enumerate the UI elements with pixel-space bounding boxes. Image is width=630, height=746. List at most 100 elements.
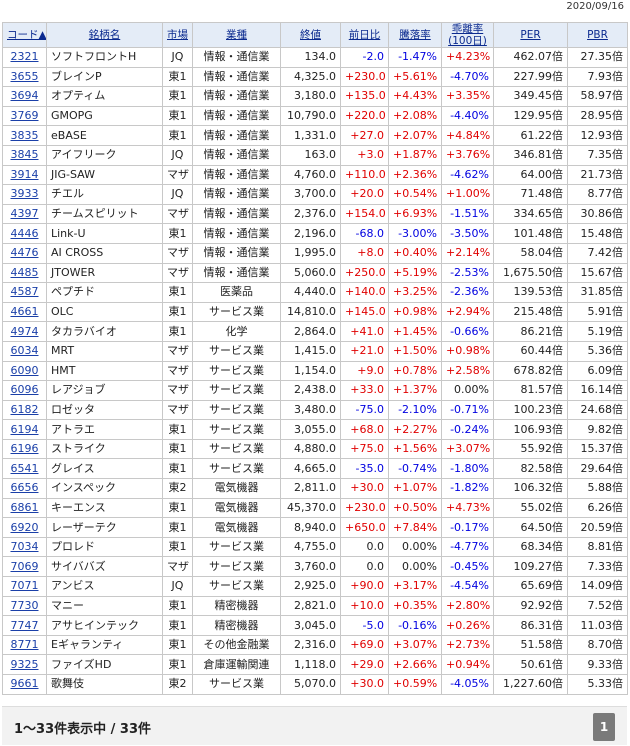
stock-code-link-cell[interactable]: 8771 <box>2 634 47 656</box>
stock-code-link-cell[interactable]: 6541 <box>2 458 47 480</box>
change-cell: +230.0 <box>340 66 389 88</box>
stock-code-link[interactable]: 3655 <box>11 70 39 83</box>
stock-code-link-cell[interactable]: 3845 <box>2 144 47 166</box>
sector-header-label[interactable]: 業種 <box>226 29 247 41</box>
stock-code-link-cell[interactable]: 3769 <box>2 105 47 127</box>
stock-code-link-cell[interactable]: 4587 <box>2 282 47 303</box>
stock-code-link[interactable]: 3933 <box>11 187 39 200</box>
stock-code-link-cell[interactable]: 9325 <box>2 654 47 675</box>
stock-code-link[interactable]: 6920 <box>11 521 39 534</box>
stock-code-link-cell[interactable]: 4476 <box>2 242 47 264</box>
stock-code-link-cell[interactable]: 2321 <box>2 47 47 68</box>
stock-code-link[interactable]: 6182 <box>11 403 39 416</box>
price-cell: 2,196.0 <box>280 223 341 244</box>
stock-name: タカラバイオ <box>46 321 163 342</box>
code-header-label[interactable]: コード▲ <box>7 29 46 41</box>
stock-code-link-cell[interactable]: 6034 <box>2 340 47 362</box>
stock-name: アサヒインテック <box>46 615 163 636</box>
stock-code-link[interactable]: 7747 <box>11 619 39 632</box>
stock-code-link[interactable]: 3914 <box>11 168 39 181</box>
pbr-cell: 27.35倍 <box>567 47 628 68</box>
stock-code-link[interactable]: 3694 <box>11 89 39 102</box>
table-row: 6194 アトラエ 東1 サービス業 3,055.0 +68.0 +2.27% -0.24% 1… <box>2 419 628 440</box>
stock-code-link[interactable]: 7730 <box>11 599 39 612</box>
sort-code-header[interactable]: コード▲ <box>2 22 47 48</box>
stock-code-link-cell[interactable]: 3933 <box>2 184 47 205</box>
market-header-label[interactable]: 市場 <box>167 29 188 41</box>
sector-cell: 倉庫運輸関連 <box>192 654 281 675</box>
stock-code-link-cell[interactable]: 7071 <box>2 576 47 597</box>
stock-code-link-cell[interactable]: 6090 <box>2 360 47 382</box>
stock-code-link[interactable]: 6541 <box>11 462 39 475</box>
stock-code-link-cell[interactable]: 6656 <box>2 478 47 499</box>
stock-code-link-cell[interactable]: 6182 <box>2 399 47 421</box>
sort-per-header[interactable]: PER <box>493 22 568 48</box>
stock-code-link[interactable]: 9661 <box>11 677 39 690</box>
market-cell: 東1 <box>162 86 193 107</box>
change-pct-header-label[interactable]: 騰落率 <box>399 29 431 41</box>
stock-code-link[interactable]: 6656 <box>11 481 39 494</box>
name-header-label[interactable]: 銘柄名 <box>89 29 121 41</box>
stock-code-link[interactable]: 4661 <box>11 305 39 318</box>
stock-code-link-cell[interactable]: 4397 <box>2 203 47 225</box>
stock-code-link-cell[interactable]: 6096 <box>2 380 47 401</box>
sort-market-header[interactable]: 市場 <box>162 22 193 48</box>
stock-code-link[interactable]: 4587 <box>11 285 39 298</box>
sort-pbr-header[interactable]: PBR <box>567 22 628 48</box>
stock-code-link-cell[interactable]: 3694 <box>2 86 47 107</box>
change-pct-cell: +2.07% <box>388 125 442 146</box>
stock-code-link[interactable]: 9325 <box>11 658 39 671</box>
stock-code-link-cell[interactable]: 7747 <box>2 615 47 636</box>
stock-code-link-cell[interactable]: 6194 <box>2 419 47 440</box>
stock-code-link-cell[interactable]: 7034 <box>2 536 47 558</box>
change-header-label[interactable]: 前日比 <box>349 29 381 41</box>
sort-sector-header[interactable]: 業種 <box>192 22 281 48</box>
sort-name-header[interactable]: 銘柄名 <box>46 22 163 48</box>
stock-code-link-cell[interactable]: 4974 <box>2 321 47 342</box>
sort-change-header[interactable]: 前日比 <box>340 22 389 48</box>
stock-code-link[interactable]: 4446 <box>11 227 39 240</box>
per-header-label[interactable]: PER <box>520 29 540 41</box>
stock-code-link-cell[interactable]: 9661 <box>2 674 47 695</box>
stock-code-link[interactable]: 3845 <box>11 148 39 161</box>
sort-change-pct-header[interactable]: 騰落率 <box>388 22 442 48</box>
stock-code-link-cell[interactable]: 6196 <box>2 438 47 460</box>
table-row: 3914 JIG-SAW マザ 情報・通信業 4,760.0 +110.0 +2.36% -4… <box>2 164 628 186</box>
sort-price-header[interactable]: 終値 <box>280 22 341 48</box>
stock-code-link-cell[interactable]: 7069 <box>2 556 47 578</box>
stock-code-link-cell[interactable]: 7730 <box>2 595 47 617</box>
stock-code-link[interactable]: 6034 <box>11 344 39 357</box>
stock-code-link[interactable]: 4397 <box>11 207 39 220</box>
stock-code-link[interactable]: 6090 <box>11 364 39 377</box>
stock-code-link[interactable]: 6194 <box>11 423 39 436</box>
stock-code-link-cell[interactable]: 3655 <box>2 66 47 88</box>
stock-code-link-cell[interactable]: 3835 <box>2 125 47 146</box>
stock-code-link[interactable]: 8771 <box>11 638 39 651</box>
stock-code-link[interactable]: 4485 <box>11 266 39 279</box>
stock-code-link-cell[interactable]: 4661 <box>2 301 47 323</box>
stock-code-link[interactable]: 6096 <box>11 383 39 396</box>
stock-code-link-cell[interactable]: 6861 <box>2 497 47 519</box>
stock-code-link[interactable]: 7069 <box>11 560 39 573</box>
price-header-label[interactable]: 終値 <box>300 29 321 41</box>
page-button-1[interactable]: 1 <box>593 713 615 741</box>
stock-code-link-cell[interactable]: 4485 <box>2 262 47 284</box>
stock-code-link-cell[interactable]: 3914 <box>2 164 47 186</box>
stock-code-link[interactable]: 2321 <box>11 50 39 63</box>
stock-code-link-cell[interactable]: 4446 <box>2 223 47 244</box>
stock-code-link[interactable]: 3769 <box>11 109 39 122</box>
stock-code-link[interactable]: 7071 <box>11 579 39 592</box>
stock-code-link[interactable]: 4476 <box>11 246 39 259</box>
market-cell: マザ <box>162 360 193 382</box>
stock-code-link[interactable]: 3835 <box>11 129 39 142</box>
pbr-header-label[interactable]: PBR <box>587 29 608 41</box>
stock-code-link[interactable]: 6861 <box>11 501 39 514</box>
stock-code-link[interactable]: 6196 <box>11 442 39 455</box>
stock-code-link[interactable]: 4974 <box>11 325 39 338</box>
stock-code-link-cell[interactable]: 6920 <box>2 517 47 538</box>
deviation-header-label[interactable]: 乖離率 <box>452 24 484 36</box>
deviation-header-sublabel[interactable]: (100日) <box>448 35 487 47</box>
change-pct-cell: +0.98% <box>388 301 442 323</box>
sort-deviation-header[interactable]: 乖離率 (100日) <box>441 22 494 48</box>
stock-code-link[interactable]: 7034 <box>11 540 39 553</box>
